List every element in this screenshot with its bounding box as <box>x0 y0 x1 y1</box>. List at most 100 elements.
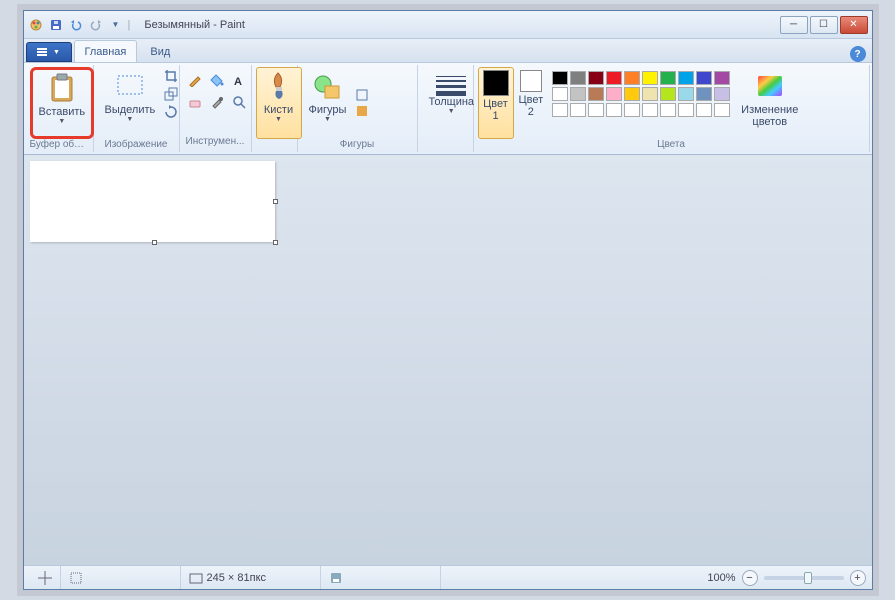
palette-swatch[interactable] <box>624 71 640 85</box>
brushes-button[interactable]: Кисти ▼ <box>256 67 302 139</box>
resize-icon[interactable] <box>164 87 178 101</box>
palette-swatch[interactable] <box>606 103 622 117</box>
palette-swatch[interactable] <box>606 71 622 85</box>
color1-swatch <box>483 70 509 96</box>
group-shapes: Фигуры ▼ Фигуры <box>298 65 418 152</box>
status-file-size <box>321 566 441 589</box>
palette-swatch[interactable] <box>678 103 694 117</box>
tab-view[interactable]: Вид <box>139 40 181 62</box>
picker-tool-icon[interactable] <box>208 93 226 111</box>
minimize-button[interactable]: ─ <box>780 16 808 34</box>
color2-swatch <box>520 70 542 92</box>
chevron-down-icon: ▼ <box>275 116 282 123</box>
outline-icon[interactable] <box>355 88 369 102</box>
resize-handle-s[interactable] <box>152 240 157 245</box>
canvas-area[interactable] <box>24 155 872 565</box>
edit-colors-button[interactable]: Изменение цветов <box>734 67 805 139</box>
crop-icon[interactable] <box>164 69 178 83</box>
palette-swatch[interactable] <box>552 103 568 117</box>
color2-label: Цвет 2 <box>519 94 544 118</box>
zoom-in-button[interactable]: + <box>850 570 866 586</box>
group-colors: Цвет 1 Цвет 2 Изменение цветов Цвета <box>474 65 870 152</box>
palette-swatch[interactable] <box>552 87 568 101</box>
clipboard-icon <box>46 72 78 104</box>
canvas-size-icon <box>189 571 203 585</box>
app-icon[interactable] <box>28 17 44 33</box>
palette-swatch[interactable] <box>660 87 676 101</box>
paste-button[interactable]: Вставить ▼ <box>30 67 95 139</box>
palette-swatch[interactable] <box>642 87 658 101</box>
fill-icon[interactable] <box>355 104 369 118</box>
undo-icon[interactable] <box>68 17 84 33</box>
tab-home-label: Главная <box>85 46 127 58</box>
palette-swatch[interactable] <box>714 71 730 85</box>
palette-swatch[interactable] <box>624 87 640 101</box>
maximize-button[interactable]: ☐ <box>810 16 838 34</box>
palette-swatch[interactable] <box>570 103 586 117</box>
status-cursor-pos <box>30 566 61 589</box>
redo-icon[interactable] <box>88 17 104 33</box>
palette-swatch[interactable] <box>588 103 604 117</box>
shapes-btn-label: Фигуры <box>309 104 347 116</box>
group-image-label: Изображение <box>98 139 175 150</box>
color2-button[interactable]: Цвет 2 <box>514 67 549 139</box>
palette-swatch[interactable] <box>570 87 586 101</box>
resize-handle-se[interactable] <box>273 240 278 245</box>
text-tool-icon[interactable]: A <box>230 71 248 89</box>
thickness-button[interactable]: Толщина ▼ <box>422 67 482 139</box>
zoom-slider-thumb[interactable] <box>804 572 812 584</box>
color1-button[interactable]: Цвет 1 <box>478 67 514 139</box>
crosshair-icon <box>38 571 52 585</box>
zoom-out-button[interactable]: − <box>742 570 758 586</box>
pencil-tool-icon[interactable] <box>186 71 204 89</box>
select-label: Выделить <box>105 104 156 116</box>
qat-dropdown-icon[interactable]: ▼ <box>108 17 124 33</box>
shapes-icon <box>311 70 343 102</box>
window-title: Безымянный - Paint <box>144 19 777 31</box>
palette-swatch[interactable] <box>714 87 730 101</box>
palette-swatch[interactable] <box>642 71 658 85</box>
palette-swatch[interactable] <box>606 87 622 101</box>
close-button[interactable]: ✕ <box>840 16 868 34</box>
disk-icon <box>329 571 343 585</box>
magnifier-tool-icon[interactable] <box>230 93 248 111</box>
rotate-icon[interactable] <box>164 105 178 119</box>
palette-swatch[interactable] <box>696 103 712 117</box>
palette-swatch[interactable] <box>696 87 712 101</box>
select-button[interactable]: Выделить ▼ <box>98 67 163 139</box>
canvas[interactable] <box>30 161 275 242</box>
eraser-tool-icon[interactable] <box>186 93 204 111</box>
tab-home[interactable]: Главная <box>74 40 138 62</box>
statusbar: 245 × 81пкс 100% − + <box>24 565 872 589</box>
shapes-button[interactable]: Фигуры ▼ <box>302 67 354 139</box>
paste-label: Вставить <box>39 106 86 118</box>
palette-swatch[interactable] <box>552 71 568 85</box>
save-icon[interactable] <box>48 17 64 33</box>
palette-swatch[interactable] <box>624 103 640 117</box>
selection-size-icon <box>69 571 83 585</box>
group-tools-label: Инструмен... <box>184 136 247 150</box>
palette-swatch[interactable] <box>660 71 676 85</box>
zoom-slider[interactable] <box>764 576 844 580</box>
palette-swatch[interactable] <box>696 71 712 85</box>
palette-swatch[interactable] <box>714 103 730 117</box>
color1-label: Цвет 1 <box>483 98 508 122</box>
status-selection-size <box>61 566 181 589</box>
quick-access-toolbar: ▼ <box>28 17 124 33</box>
resize-handle-e[interactable] <box>273 199 278 204</box>
brushes-label: Кисти <box>264 104 293 116</box>
selection-icon <box>114 70 146 102</box>
chevron-down-icon: ▼ <box>324 116 331 123</box>
file-menu-button[interactable]: ▼ <box>26 42 72 62</box>
palette-swatch[interactable] <box>588 87 604 101</box>
palette-swatch[interactable] <box>570 71 586 85</box>
palette-swatch[interactable] <box>678 87 694 101</box>
brush-icon <box>263 70 295 102</box>
palette-swatch[interactable] <box>678 71 694 85</box>
ribbon-tabs-row: ▼ Главная Вид ? <box>24 39 872 63</box>
palette-swatch[interactable] <box>660 103 676 117</box>
palette-swatch[interactable] <box>588 71 604 85</box>
fill-tool-icon[interactable] <box>208 71 226 89</box>
help-button[interactable]: ? <box>850 46 866 62</box>
palette-swatch[interactable] <box>642 103 658 117</box>
